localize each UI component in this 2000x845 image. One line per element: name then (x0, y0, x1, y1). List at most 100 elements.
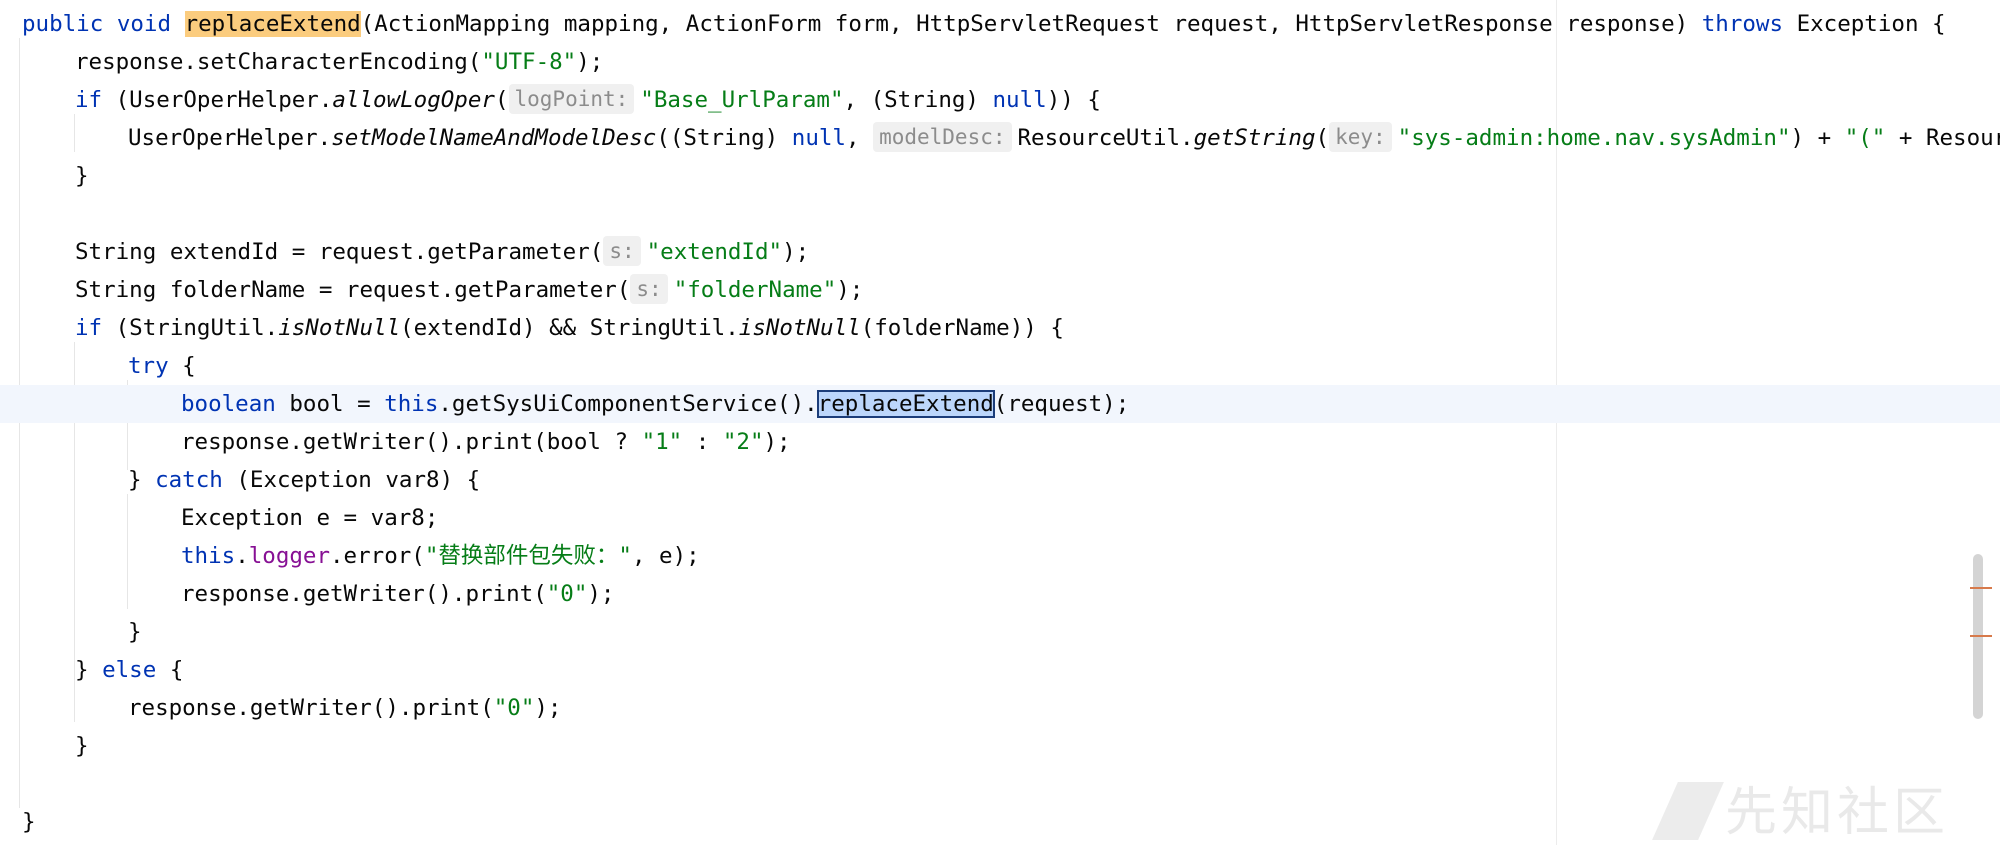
code-text: response.getWriter().print( (181, 581, 547, 607)
code-text: ); (587, 581, 615, 607)
code-text: response.getWriter().print( (128, 695, 494, 721)
code-line-15[interactable]: this.logger.error("替换部件包失败：", e); (0, 537, 2000, 575)
static-method: isNotNull (278, 315, 401, 341)
field-logger: logger (248, 543, 331, 569)
code-text: ); (576, 49, 604, 75)
selected-method-call[interactable]: replaceExtend (816, 390, 995, 418)
code-text: UserOperHelper. (128, 125, 332, 151)
code-text: } (75, 657, 103, 683)
string-literal: "Base_UrlParam" (640, 87, 844, 113)
keyword-try: try (128, 353, 169, 379)
static-method: isNotNull (738, 315, 861, 341)
code-line-2[interactable]: response.setCharacterEncoding("UTF-8"); (0, 43, 2000, 81)
code-text: bool = (275, 391, 385, 417)
parameter-hint: modelDesc: (873, 122, 1012, 152)
keyword-this: this (181, 543, 236, 569)
code-text: .getSysUiComponentService(). (438, 391, 818, 417)
string-literal: "sys-admin:home.nav.sysAdmin" (1397, 125, 1791, 151)
code-text: ( (1315, 125, 1330, 151)
string-literal: "替换部件包失败：" (424, 543, 632, 569)
code-text: } (75, 733, 89, 759)
code-line-18[interactable]: } else { (0, 651, 2000, 689)
watermark-text: 先知社区 (1725, 783, 1950, 843)
code-text: ((String) (656, 125, 792, 151)
code-text: (ActionMapping mapping, ActionForm form,… (360, 11, 1702, 37)
code-text: (UserOperHelper. (102, 87, 333, 113)
code-text: response.getWriter().print(bool ? (181, 429, 642, 455)
keyword-throws: throws (1701, 11, 1784, 37)
string-literal: "folderName" (673, 277, 837, 303)
code-line-4[interactable]: UserOperHelper.setModelNameAndModelDesc(… (0, 119, 2000, 157)
parameter-hint: logPoint: (508, 84, 635, 114)
code-line-3[interactable]: if (UserOperHelper.allowLogOper(logPoint… (0, 81, 2000, 119)
code-text: (Exception var8) { (222, 467, 481, 493)
parameter-hint: s: (630, 274, 668, 304)
keyword-catch: catch (155, 467, 223, 493)
keyword-public: public (22, 11, 104, 37)
code-line-8[interactable]: String folderName = request.getParameter… (0, 271, 2000, 309)
code-text: (extendId) && StringUtil. (400, 315, 739, 341)
parameter-hint: key: (1329, 122, 1392, 152)
code-text: response.setCharacterEncoding( (75, 49, 482, 75)
code-text: , (845, 125, 874, 151)
code-line-1[interactable]: public void replaceExtend(ActionMapping … (0, 5, 2000, 43)
keyword-void: void (116, 11, 172, 37)
code-line-10[interactable]: try { (0, 347, 2000, 385)
keyword-null: null (992, 87, 1047, 113)
static-method: getString (1193, 125, 1316, 151)
keyword-if: if (75, 315, 103, 341)
keyword-else: else (102, 657, 157, 683)
string-literal: "0" (546, 581, 588, 607)
code-text: ); (534, 695, 562, 721)
method-name-highlighted[interactable]: replaceExtend (184, 11, 361, 37)
code-line-19[interactable]: response.getWriter().print("0"); (0, 689, 2000, 727)
static-method: allowLogOper (332, 87, 495, 113)
code-text: , (String) (843, 87, 993, 113)
code-line-5[interactable]: } (0, 157, 2000, 195)
code-text: ); (763, 429, 791, 455)
code-line-7[interactable]: String extendId = request.getParameter(s… (0, 233, 2000, 271)
watermark: 先知社区 (1652, 770, 1950, 845)
scroll-marker-warning[interactable] (1970, 635, 1992, 637)
code-text: )) { (1046, 87, 1101, 113)
code-text: ( (494, 87, 509, 113)
code-text: . (235, 543, 249, 569)
code-line-9[interactable]: if (StringUtil.isNotNull(extendId) && St… (0, 309, 2000, 347)
code-text: { (168, 353, 196, 379)
code-line-11-current[interactable]: boolean bool = this.getSysUiComponentSer… (0, 385, 2000, 423)
code-text: (folderName)) { (860, 315, 1064, 341)
code-text: ); (782, 239, 810, 265)
string-literal: "2" (722, 429, 764, 455)
code-text: Exception e = var8; (181, 505, 439, 531)
code-text: (StringUtil. (102, 315, 279, 341)
code-text: : (682, 429, 723, 455)
keyword-this: this (384, 391, 439, 417)
code-text: { (156, 657, 184, 683)
code-text: .error( (330, 543, 425, 569)
code-text: } (22, 809, 36, 835)
string-literal: "(" (1844, 125, 1886, 151)
code-text: String extendId = request.getParameter( (75, 239, 604, 265)
code-text: ); (836, 277, 864, 303)
code-text: } (75, 163, 89, 189)
keyword-if: if (75, 87, 103, 113)
code-text: String folderName = request.getParameter… (75, 277, 631, 303)
code-line-20[interactable]: } (0, 727, 2000, 765)
code-line-6[interactable] (0, 195, 2000, 233)
code-line-16[interactable]: response.getWriter().print("0"); (0, 575, 2000, 613)
string-literal: "UTF-8" (481, 49, 577, 75)
code-line-14[interactable]: Exception e = var8; (0, 499, 2000, 537)
keyword-boolean: boolean (181, 391, 276, 417)
scroll-marker-warning[interactable] (1970, 587, 1992, 589)
parameter-hint: s: (603, 236, 641, 266)
code-text: Exception { (1783, 11, 1946, 37)
code-line-13[interactable]: } catch (Exception var8) { (0, 461, 2000, 499)
string-literal: "extendId" (646, 239, 783, 265)
code-line-12[interactable]: response.getWriter().print(bool ? "1" : … (0, 423, 2000, 461)
string-literal: "0" (493, 695, 535, 721)
code-editor[interactable]: public void replaceExtend(ActionMapping … (0, 0, 2000, 845)
code-text: (request); (993, 391, 1130, 417)
code-text: , e); (631, 543, 700, 569)
code-text: } (128, 619, 142, 645)
code-line-17[interactable]: } (0, 613, 2000, 651)
